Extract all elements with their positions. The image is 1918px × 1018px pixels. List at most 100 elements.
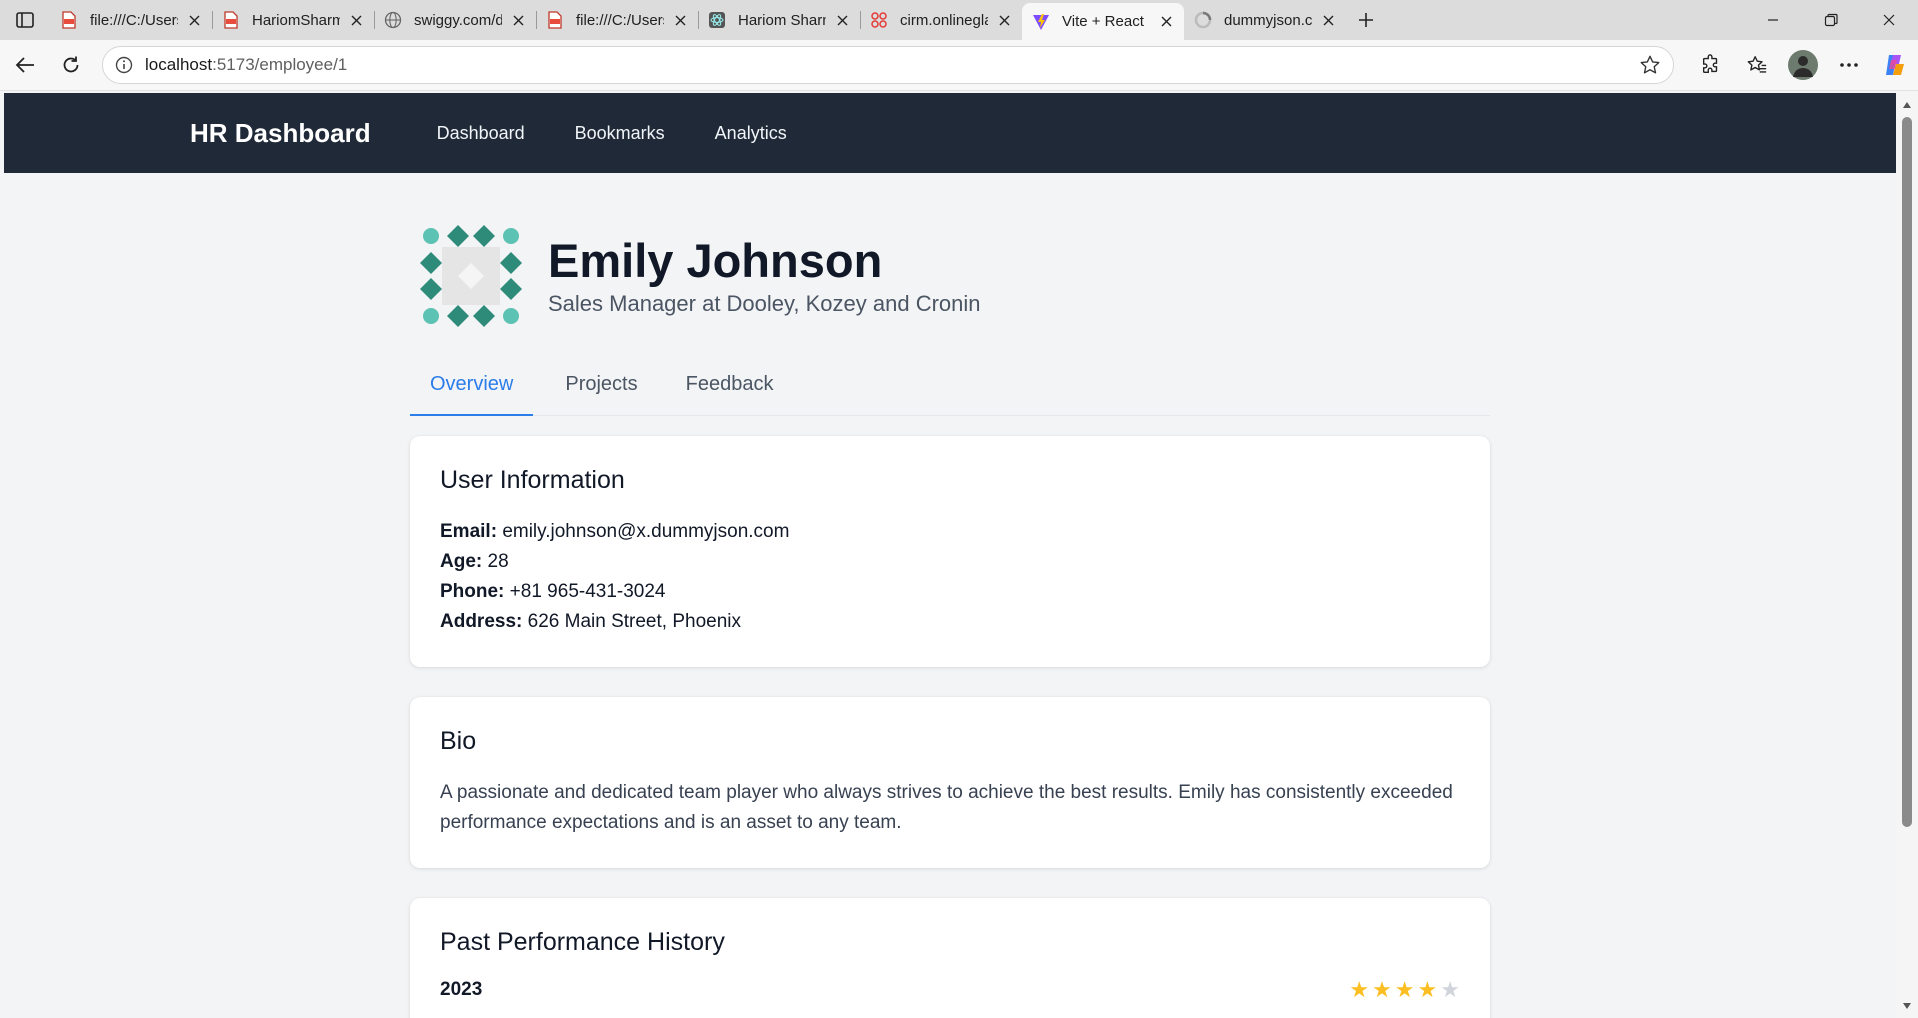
performance-history-card: Past Performance History 2023 ★ ★ ★ ★ ★ (410, 898, 1490, 1018)
browser-tab-title: swiggy.com/dapi/ (414, 11, 502, 29)
phone-row: Phone: +81 965-431-3024 (440, 577, 1460, 607)
browser-tab[interactable]: cirm.onlinegla.com (860, 3, 1022, 37)
scrollbar-thumb[interactable] (1902, 117, 1912, 827)
close-tab-icon[interactable] (508, 10, 528, 30)
browser-tab-title: Hariom Sharma || I (738, 11, 826, 29)
browser-tab-title: cirm.onlinegla.com (900, 11, 988, 29)
nav-link-analytics[interactable]: Analytics (715, 123, 787, 144)
card-heading: Past Performance History (440, 928, 725, 956)
address-label: Address: (440, 611, 523, 632)
email-row: Email: emily.johnson@x.dummyjson.com (440, 517, 1460, 547)
url-path: :5173/employee/1 (212, 55, 348, 74)
employee-name: Emily Johnson (548, 234, 883, 287)
user-information-card: User Information Email: emily.johnson@x.… (410, 436, 1490, 667)
browser-tab[interactable]: Vite + React (1022, 3, 1184, 40)
brand-logo-text[interactable]: HR Dashboard (190, 118, 371, 149)
minimize-icon[interactable] (1744, 0, 1802, 40)
employee-detail: Emily Johnson Sales Manager at Dooley, K… (410, 225, 1490, 1018)
gla-icon (870, 11, 888, 29)
browser-tab-title: dummyjson.com/u (1224, 11, 1312, 29)
browser-tab[interactable]: HariomSharmaRes (212, 3, 374, 37)
reload-icon[interactable] (48, 42, 94, 88)
profile-text: Emily Johnson Sales Manager at Dooley, K… (548, 235, 981, 317)
age-label: Age: (440, 551, 483, 572)
phone-value: +81 965-431-3024 (509, 581, 666, 602)
loading-icon (1194, 11, 1212, 29)
copilot-icon[interactable] (1872, 42, 1918, 88)
pdf-icon (60, 11, 78, 29)
page-scrollbar[interactable] (1896, 93, 1918, 1018)
site-info-icon[interactable] (113, 54, 135, 76)
window-controls (1744, 0, 1918, 40)
scroll-up-icon[interactable] (1901, 99, 1913, 111)
performance-row: 2023 ★ ★ ★ ★ ★ (440, 979, 1460, 1001)
employee-role: Sales Manager at Dooley, Kozey and Croni… (548, 291, 981, 316)
profile-header: Emily Johnson Sales Manager at Dooley, K… (410, 225, 1490, 327)
browser-tab-title: HariomSharmaRes (252, 11, 340, 29)
url-host: localhost (145, 55, 213, 74)
close-tab-icon[interactable] (1156, 12, 1176, 32)
address-bar[interactable]: localhost:5173/employee/1 (102, 46, 1674, 84)
profile-avatar-icon (1788, 50, 1818, 80)
bio-text: A passionate and dedicated team player w… (440, 782, 1453, 833)
profile-tabs: Overview Projects Feedback (410, 369, 1490, 416)
profile-avatar[interactable] (1780, 42, 1826, 88)
restore-icon[interactable] (1802, 0, 1860, 40)
vite-icon (1032, 13, 1050, 31)
browser-tab[interactable]: file:///C:/Users/Ha (536, 3, 698, 37)
favorite-star-icon[interactable] (1637, 52, 1663, 78)
browser-tab-title: file:///C:/Users/Ha (576, 11, 664, 29)
star-filled-icon: ★ (1417, 977, 1438, 1002)
email-label: Email: (440, 521, 498, 542)
close-tab-icon[interactable] (670, 10, 690, 30)
react-icon (708, 11, 726, 29)
star-filled-icon: ★ (1394, 977, 1415, 1002)
pdf-icon (222, 11, 240, 29)
rating-stars: ★ ★ ★ ★ ★ (1349, 979, 1460, 1001)
bio-card: Bio A passionate and dedicated team play… (410, 697, 1490, 868)
tab-overview[interactable]: Overview (410, 369, 534, 416)
star-filled-icon: ★ (1349, 977, 1370, 1002)
card-heading: Bio (440, 727, 477, 755)
browser-tab[interactable]: file:///C:/Users/Ha (50, 3, 212, 37)
address-row: Address: 626 Main Street, Phoenix (440, 607, 1460, 637)
nav-link-dashboard[interactable]: Dashboard (437, 123, 525, 144)
app-navbar: HR Dashboard Dashboard Bookmarks Analyti… (4, 93, 1896, 173)
favorites-icon[interactable] (1734, 42, 1780, 88)
close-tab-icon[interactable] (994, 10, 1014, 30)
scroll-down-icon[interactable] (1901, 1000, 1913, 1012)
url-text[interactable]: localhost:5173/employee/1 (145, 55, 1637, 75)
close-tab-icon[interactable] (1318, 10, 1338, 30)
close-tab-icon[interactable] (346, 10, 366, 30)
close-tab-icon[interactable] (184, 10, 204, 30)
globe-icon (384, 11, 402, 29)
pdf-icon (546, 11, 564, 29)
card-heading: User Information (440, 466, 625, 494)
browser-tab-title: file:///C:/Users/Ha (90, 11, 178, 29)
close-tab-icon[interactable] (832, 10, 852, 30)
back-icon[interactable] (2, 42, 48, 88)
browser-tab[interactable]: Hariom Sharma || I (698, 3, 860, 37)
browser-tabstrip: file:///C:/Users/Ha HariomSharmaRes swiggy… (0, 0, 1918, 40)
tab-actions-icon[interactable] (0, 0, 50, 40)
phone-label: Phone: (440, 581, 505, 602)
browser-tab[interactable]: dummyjson.com/u (1184, 3, 1346, 37)
address-value: 626 Main Street, Phoenix (527, 611, 741, 632)
age-value: 28 (487, 551, 509, 572)
nav-link-bookmarks[interactable]: Bookmarks (575, 123, 665, 144)
star-filled-icon: ★ (1372, 977, 1392, 1002)
browser-tab[interactable]: swiggy.com/dapi/ (374, 3, 536, 37)
avatar-identicon (420, 225, 522, 327)
tab-projects[interactable]: Projects (545, 369, 657, 415)
new-tab-button[interactable] (1346, 0, 1386, 40)
star-empty-icon: ★ (1440, 977, 1460, 1002)
more-options-icon[interactable] (1826, 42, 1872, 88)
email-value: emily.johnson@x.dummyjson.com (502, 521, 790, 542)
tab-feedback[interactable]: Feedback (666, 369, 794, 415)
browser-toolbar: localhost:5173/employee/1 (0, 40, 1918, 91)
extensions-icon[interactable] (1688, 42, 1734, 88)
performance-year: 2023 (440, 979, 483, 1000)
browser-tab-title: Vite + React (1062, 13, 1144, 30)
page-viewport: HR Dashboard Dashboard Bookmarks Analyti… (4, 93, 1896, 1018)
close-window-icon[interactable] (1860, 0, 1918, 40)
